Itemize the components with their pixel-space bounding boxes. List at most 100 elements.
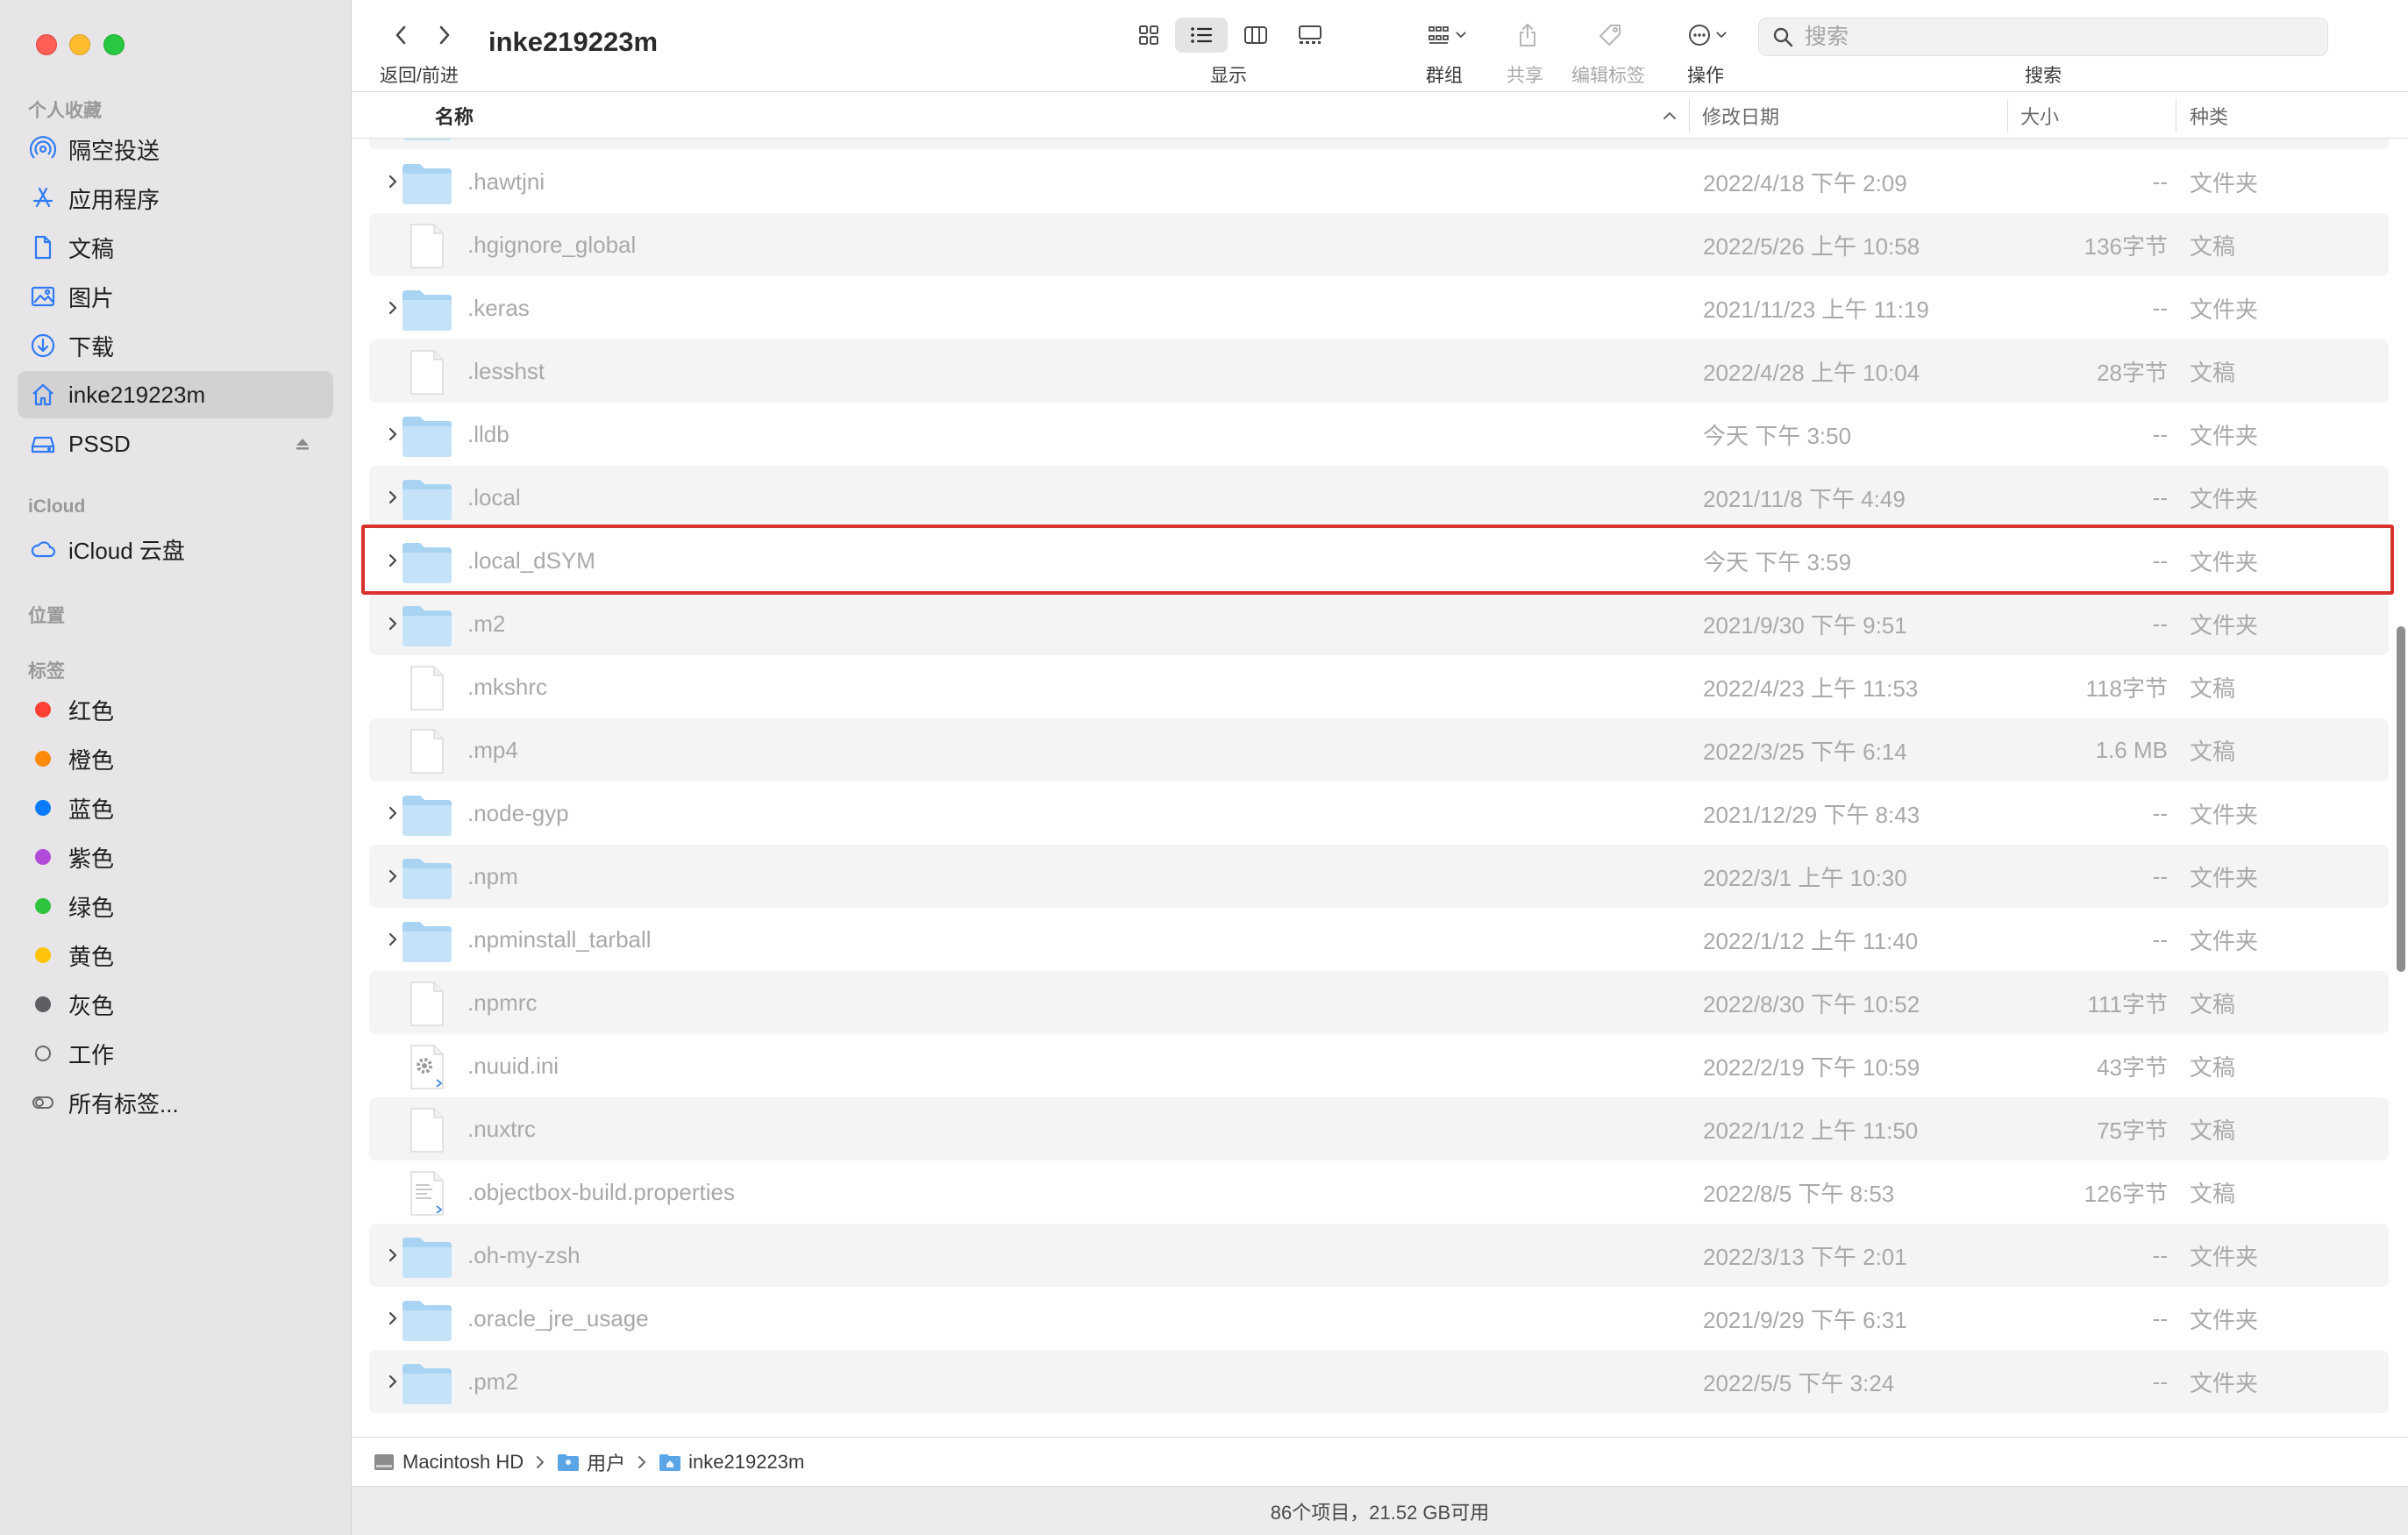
folder-row[interactable]: .hawtjni 2022/4/18 下午 2:09 -- 文件夹 [369, 150, 2389, 213]
path-crumb-home[interactable]: inke219223m [659, 1451, 804, 1474]
forward-button[interactable] [430, 19, 460, 51]
group-button[interactable] [1419, 18, 1477, 53]
column-divider[interactable] [2007, 99, 2008, 132]
disclosure-chevron-icon[interactable] [387, 552, 399, 569]
document-file-icon [410, 224, 444, 268]
folder-icon [403, 290, 452, 331]
folder-row[interactable]: .lldb 今天 下午 3:50 -- 文件夹 [369, 403, 2389, 466]
column-header-kind[interactable]: 种类 [2190, 92, 2228, 139]
folder-row[interactable]: .npminstall_tarball 2022/1/12 上午 11:40 -- 文… [369, 908, 2389, 971]
sidebar-item-airdrop[interactable]: 隔空投送 [18, 125, 333, 173]
folder-row[interactable]: .npm 2022/3/1 上午 10:30 -- 文件夹 [369, 845, 2389, 908]
back-button[interactable] [386, 19, 416, 51]
action-caption: 操作 [1687, 66, 1724, 86]
sidebar-tag-green[interactable]: 绿色 [18, 882, 333, 930]
column-view-button[interactable] [1236, 18, 1275, 53]
eject-icon[interactable] [293, 434, 312, 453]
sidebar-item-pictures[interactable]: 图片 [18, 273, 333, 320]
disclosure-chevron-icon[interactable] [387, 1373, 399, 1390]
share-icon [1520, 24, 1535, 46]
folder-icon [403, 606, 452, 646]
tags-caption: 编辑标签 [1571, 66, 1645, 86]
search-field[interactable] [1758, 18, 2328, 56]
action-button[interactable] [1680, 18, 1736, 53]
file-kind: 文件夹 [2190, 864, 2259, 891]
folder-row[interactable]: .keras 2021/11/23 上午 11:19 -- 文件夹 [369, 276, 2389, 339]
list-view-button[interactable] [1175, 18, 1228, 53]
sidebar-tag-orange[interactable]: 橙色 [18, 735, 333, 782]
sort-ascending-icon[interactable] [1660, 106, 1679, 125]
folder-icon [403, 1301, 452, 1341]
file-row[interactable]: .hgignore_global 2022/5/26 上午 10:58 136字节文… [369, 213, 2389, 276]
sidebar-item-home[interactable]: inke219223m [18, 371, 333, 418]
edit-tags-button[interactable] [1592, 18, 1628, 53]
scrollbar-thumb[interactable] [2397, 626, 2405, 972]
column-header-name[interactable]: 名称 [435, 92, 474, 139]
sidebar-item-downloads[interactable]: 下载 [18, 322, 333, 369]
folder-row[interactable]: .oh-my-zsh 2022/3/13 下午 2:01 -- 文件夹 [369, 1224, 2389, 1287]
vertical-scrollbar[interactable] [2392, 139, 2408, 1437]
path-crumb-macintosh-hd[interactable]: Macintosh HD [373, 1451, 524, 1474]
search-input[interactable] [1803, 23, 2298, 51]
group-caption: 群组 [1426, 66, 1463, 86]
file-kind: 文稿 [2190, 1180, 2236, 1207]
path-crumb-users[interactable]: 用户 [557, 1448, 625, 1476]
column-header-size[interactable]: 大小 [2020, 92, 2059, 139]
sidebar-item-pssd[interactable]: PSSD [18, 420, 333, 468]
column-divider[interactable] [1689, 99, 1690, 132]
sidebar-item-icloud-drive[interactable]: iCloud 云盘 [18, 525, 333, 573]
folder-row[interactable]: .oracle_jre_usage 2021/9/29 下午 6:31 -- 文件夹 [369, 1287, 2389, 1350]
tags-header: 标签 [28, 661, 65, 682]
folder-row[interactable]: .local_dSYM 今天 下午 3:59 -- 文件夹 [369, 529, 2389, 592]
file-row[interactable]: .mp4 2022/3/25 下午 6:14 1.6 MB 文稿 [369, 718, 2389, 782]
folder-icon [403, 859, 452, 899]
file-row[interactable]: .mkshrc 2022/4/23 上午 11:53 118字节 文稿 [369, 655, 2389, 718]
sidebar-tag-purple[interactable]: 紫色 [18, 833, 333, 881]
sidebar-tag-yellow[interactable]: 黄色 [18, 932, 333, 979]
file-modified-date: 2021/9/29 下午 6:31 [1703, 1306, 1907, 1333]
file-name: .npm [467, 862, 518, 889]
disclosure-chevron-icon[interactable] [387, 1246, 399, 1264]
sidebar-tag-blue[interactable]: 蓝色 [18, 784, 333, 832]
folder-icon [403, 1364, 452, 1404]
disclosure-chevron-icon[interactable] [387, 299, 399, 317]
file-row[interactable]: .nuxtrc 2022/1/12 上午 11:50 75字节 文稿 [369, 1097, 2389, 1160]
sidebar-all-tags[interactable]: 所有标签... [18, 1079, 333, 1126]
file-row[interactable]: .lesshst 2022/4/28 上午 10:04 28字节 文稿 [369, 339, 2389, 403]
sidebar-item-documents[interactable]: 文稿 [18, 224, 333, 271]
file-row[interactable]: .objectbox-build.properties 2022/8/5 下午 8… [369, 1160, 2389, 1224]
disclosure-chevron-icon[interactable] [387, 425, 399, 443]
gallery-view-button[interactable] [1291, 18, 1329, 53]
folder-row[interactable]: .m2 2021/9/30 下午 9:51 -- 文件夹 [369, 592, 2389, 655]
close-window-button[interactable] [36, 34, 57, 55]
folder-row[interactable]: .local 2021/11/8 下午 4:49 -- 文件夹 [369, 466, 2389, 529]
disclosure-chevron-icon[interactable] [387, 1310, 399, 1327]
folder-row[interactable]: .pm2 2022/5/5 下午 3:24 -- 文件夹 [369, 1350, 2389, 1413]
sidebar-tag-red[interactable]: 红色 [18, 686, 333, 733]
file-size: -- [2152, 862, 2168, 889]
sidebar-item-label: 下载 [68, 333, 115, 361]
file-row[interactable]: .npmrc 2022/8/30 下午 10:52 111字节 文稿 [369, 971, 2389, 1034]
disclosure-chevron-icon[interactable] [387, 867, 399, 885]
zoom-window-button[interactable] [103, 34, 125, 55]
sidebar-item-applications[interactable]: 应用程序 [18, 175, 333, 222]
minimize-window-button[interactable] [69, 34, 90, 55]
disclosure-chevron-icon[interactable] [387, 615, 399, 632]
document-file-icon [410, 1108, 444, 1153]
folder-row[interactable]: .node-gyp 2021/12/29 下午 8:43 -- 文件夹 [369, 782, 2389, 845]
sidebar-tag-gray[interactable]: 灰色 [18, 981, 333, 1028]
disclosure-chevron-icon[interactable] [387, 931, 399, 948]
table-row[interactable] [369, 139, 2389, 149]
sidebar-tag-work[interactable]: 工作 [18, 1030, 333, 1077]
document-file-icon [410, 729, 444, 774]
disclosure-chevron-icon[interactable] [387, 804, 399, 822]
icon-view-button[interactable] [1131, 18, 1166, 53]
path-crumb-label: inke219223m [688, 1450, 805, 1473]
column-header-date[interactable]: 修改日期 [1702, 92, 1779, 139]
disclosure-chevron-icon[interactable] [387, 489, 399, 506]
share-button[interactable] [1510, 18, 1545, 53]
disclosure-chevron-icon[interactable] [387, 173, 399, 190]
tag-dot-icon [35, 702, 51, 718]
file-row[interactable]: .nuuid.ini 2022/2/19 下午 10:59 43字节 文稿 [369, 1034, 2389, 1097]
file-modified-date: 2022/3/25 下午 6:14 [1703, 738, 1907, 765]
